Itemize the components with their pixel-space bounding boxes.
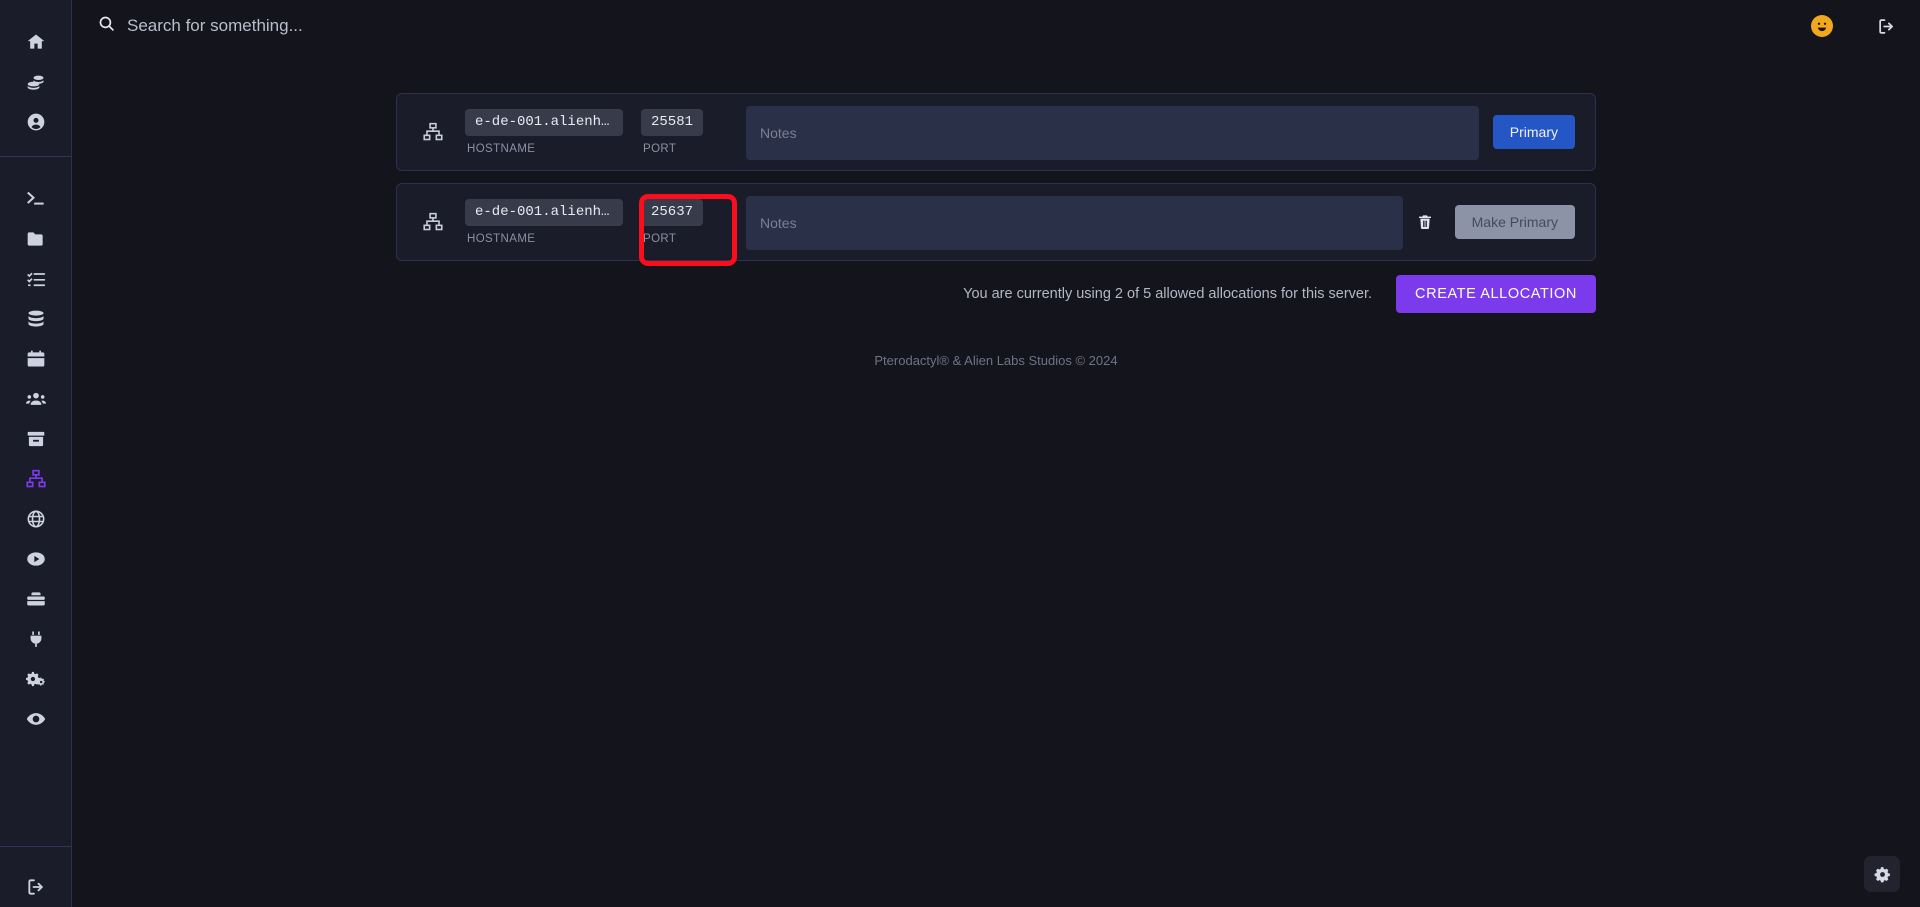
table-row: e-de-001.alienhos… HOSTNAME 25581 PORT P… [396,93,1596,171]
row-actions: Primary [1492,115,1575,149]
hostname-value[interactable]: e-de-001.alienhos… [465,108,623,137]
search-icon [98,15,115,37]
notes-input[interactable] [746,196,1403,250]
sidebar-item-network[interactable] [0,459,71,499]
sidebar-main-group [0,157,71,739]
sidebar-item-backups[interactable] [0,419,71,459]
port-label: PORT [643,143,677,156]
logout-button[interactable] [1877,17,1896,36]
network-icon [423,122,443,142]
sidebar-item-startup[interactable] [0,539,71,579]
coins-icon [26,72,46,92]
eye-icon [26,709,46,729]
allocation-usage-text: You are currently using 2 of 5 allowed a… [963,286,1373,302]
allocation-usage-row: You are currently using 2 of 5 allowed a… [396,275,1596,313]
sidebar-item-users[interactable] [0,379,71,419]
network-icon [423,212,443,232]
hostname-value[interactable]: e-de-001.alienhos… [465,198,623,227]
topbar-actions [1811,15,1896,37]
toolbox-icon [26,589,46,609]
sidebar-item-activity[interactable] [0,699,71,739]
sidebar-item-billing[interactable] [0,62,71,102]
hostname-label: HOSTNAME [467,143,536,156]
sidebar-item-logout[interactable] [0,867,71,907]
sidebar-item-tasks[interactable] [0,259,71,299]
trash-icon [1417,214,1433,230]
sidebar-item-domains[interactable] [0,499,71,539]
sidebar [0,0,72,907]
hostname-field: e-de-001.alienhos… HOSTNAME [465,198,623,246]
port-value[interactable]: 25581 [641,108,704,137]
hostname-field: e-de-001.alienhos… HOSTNAME [465,108,623,156]
sidebar-item-tools[interactable] [0,579,71,619]
gear-icon [1874,866,1891,883]
sidebar-bottom-group [0,846,71,907]
delete-allocation-button[interactable] [1417,214,1433,230]
search-input[interactable] [127,16,567,36]
sidebar-item-account[interactable] [0,102,71,142]
port-field: 25637 PORT [641,198,704,246]
notes-input[interactable] [746,106,1479,160]
folder-icon [26,229,46,249]
avatar[interactable] [1811,15,1833,37]
main-content: e-de-001.alienhos… HOSTNAME 25581 PORT P… [72,52,1920,368]
make-primary-button[interactable]: Make Primary [1454,205,1575,239]
users-icon [25,389,46,409]
create-allocation-button[interactable]: CREATE ALLOCATION [1396,275,1596,313]
sidebar-item-files[interactable] [0,219,71,259]
footer-copyright: Pterodactyl® & Alien Labs Studios © 2024 [874,353,1118,368]
sidebar-item-settings[interactable] [0,659,71,699]
port-value[interactable]: 25637 [641,198,704,227]
top-bar [72,0,1920,52]
archive-icon [26,429,46,449]
search-box[interactable] [98,15,567,37]
hostname-label: HOSTNAME [467,233,536,246]
sidebar-item-console[interactable] [0,179,71,219]
globe-icon [26,509,46,529]
sidebar-item-plugins[interactable] [0,619,71,659]
account-icon [26,112,46,132]
allocations-list: e-de-001.alienhos… HOSTNAME 25581 PORT P… [396,93,1596,368]
sidebar-item-home[interactable] [0,22,71,62]
sidebar-top-group [0,0,71,156]
content-area: e-de-001.alienhos… HOSTNAME 25581 PORT P… [72,0,1920,907]
row-actions: Make Primary [1417,205,1575,239]
play-icon [26,549,46,569]
home-icon [26,32,46,52]
sidebar-item-schedules[interactable] [0,339,71,379]
plug-icon [26,629,46,649]
calendar-icon [26,349,46,369]
gears-icon [25,669,46,689]
table-row: e-de-001.alienhos… HOSTNAME 25637 PORT N… [396,183,1596,266]
sidebar-item-databases[interactable] [0,299,71,339]
primary-badge-button[interactable]: Primary [1492,115,1575,149]
logout-icon [26,877,46,897]
port-label: PORT [643,233,677,246]
database-icon [26,309,46,329]
tasks-icon [26,269,46,289]
port-field: 25581 PORT [641,108,704,156]
settings-fab-button[interactable] [1864,856,1900,892]
network-icon [25,469,46,489]
console-icon [26,189,46,209]
